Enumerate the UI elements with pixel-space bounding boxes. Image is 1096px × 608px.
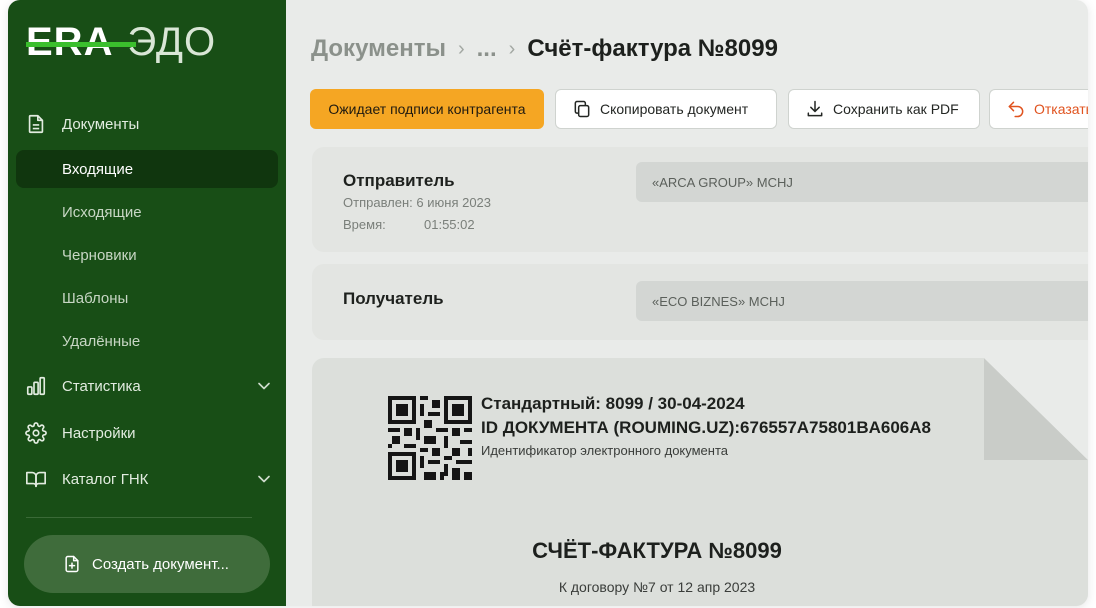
sender-title: Отправитель [343, 171, 455, 190]
standard-number: Стандартный: 8099 / 30-04-2024 [481, 394, 745, 413]
recipient-company-field[interactable]: «ECO BIZNES» MCHJ [636, 281, 1088, 321]
logo: ERA ЭДО [26, 22, 216, 62]
create-document-label: Создать документ... [92, 555, 229, 573]
breadcrumb: Документы › ... › Счёт-фактура №8099 [311, 34, 778, 64]
document-id-caption: Идентификатор электронного документа [481, 443, 728, 458]
sidebar-item-documents[interactable]: Документы [16, 105, 278, 143]
sidebar-item-drafts[interactable]: Черновики [16, 236, 278, 274]
breadcrumb-ellipsis[interactable]: ... [477, 35, 497, 63]
copy-document-button[interactable]: Скопировать документ [555, 89, 777, 129]
create-document-button[interactable]: Создать документ... [24, 535, 270, 593]
sidebar-item-label: Статистика [62, 377, 141, 395]
document-icon [24, 112, 48, 136]
chevron-down-icon[interactable] [254, 469, 274, 489]
sent-date-row: Отправлен: 6 июня 2023 [343, 195, 491, 210]
sidebar: ERA ЭДО Документы Входящие Исходящие Чер… [8, 0, 286, 606]
copy-document-label: Скопировать документ [600, 101, 749, 117]
contract-reference: К договору №7 от 12 апр 2023 [558, 579, 756, 595]
chevron-right-icon: › [457, 37, 465, 60]
document-title: СЧЁТ-ФАКТУРА №8099 [532, 538, 782, 563]
document-preview: Стандартный: 8099 / 30-04-2024 ID ДОКУМЕ… [312, 358, 1088, 606]
sidebar-item-templates[interactable]: Шаблоны [16, 279, 278, 317]
sidebar-item-label: Каталог ГНК [62, 470, 149, 488]
sidebar-item-label: Документы [62, 115, 140, 133]
app-window: ERA ЭДО Документы Входящие Исходящие Чер… [8, 0, 1088, 606]
save-pdf-button[interactable]: Сохранить как PDF [788, 89, 980, 129]
chevron-down-icon[interactable] [254, 376, 274, 396]
main-content: Документы › ... › Счёт-фактура №8099 Ожи… [286, 0, 1088, 606]
logo-accent-bar [26, 42, 136, 47]
sidebar-item-incoming[interactable]: Входящие [16, 150, 278, 188]
sender-card: Отправитель Отправлен: 6 июня 2023 Время… [312, 147, 1088, 252]
sidebar-divider [26, 517, 252, 518]
sidebar-item-catalog[interactable]: Каталог ГНК [16, 460, 278, 498]
page-title: Счёт-фактура №8099 [527, 35, 778, 62]
copy-icon [572, 99, 592, 119]
sidebar-item-deleted[interactable]: Удалённые [16, 322, 278, 360]
sidebar-item-outgoing[interactable]: Исходящие [16, 193, 278, 231]
logo-edo: ЭДО [127, 20, 217, 64]
gear-icon [24, 421, 48, 445]
sidebar-item-statistics[interactable]: Статистика [16, 367, 278, 405]
chevron-right-icon: › [508, 37, 516, 60]
sidebar-item-settings[interactable]: Настройки [16, 414, 278, 452]
sent-time-row: Время: 01:55:02 [343, 217, 543, 232]
sent-date: 6 июня 2023 [416, 195, 492, 210]
recipient-card: Получатель «ECO BIZNES» MCHJ [312, 264, 1088, 340]
sender-company-field[interactable]: «ARCA GROUP» MCHJ [636, 162, 1088, 202]
document-id: ID ДОКУМЕНТА (ROUMING.UZ):676557A75801BA… [481, 418, 931, 437]
bar-chart-icon [24, 374, 48, 398]
time-value: 01:55:02 [424, 217, 475, 232]
status-badge: Ожидает подписи контрагента [310, 89, 544, 129]
sidebar-item-label: Настройки [62, 424, 136, 442]
reject-label: Отказать [1034, 101, 1088, 117]
reject-button[interactable]: Отказать [989, 89, 1088, 129]
time-label: Время: [343, 217, 386, 232]
page-fold-corner [984, 358, 1088, 460]
sent-label: Отправлен: [343, 195, 413, 210]
book-icon [24, 467, 48, 491]
save-pdf-label: Сохранить как PDF [833, 101, 959, 117]
file-plus-icon [62, 553, 84, 575]
qr-code [388, 396, 472, 480]
recipient-title: Получатель [343, 289, 444, 308]
undo-icon [1006, 99, 1026, 119]
breadcrumb-documents[interactable]: Документы [311, 35, 446, 63]
download-icon [805, 99, 825, 119]
